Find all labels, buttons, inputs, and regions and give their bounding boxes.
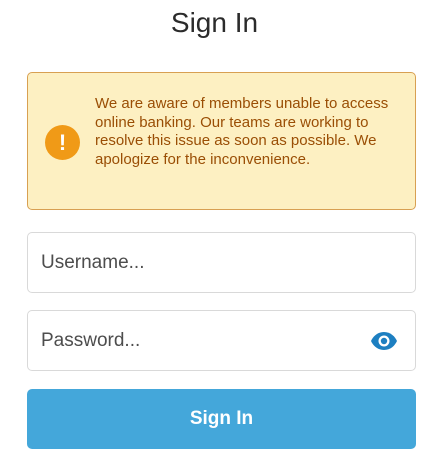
sign-in-button[interactable]: Sign In [27, 389, 416, 449]
password-field [27, 310, 416, 371]
alert-message: We are aware of members unable to access… [95, 95, 389, 168]
password-input[interactable] [41, 311, 361, 370]
exclamation-icon: ! [45, 125, 80, 160]
username-input[interactable] [41, 233, 361, 292]
outage-alert: ! We are aware of members unable to acce… [27, 72, 416, 210]
username-field [27, 232, 416, 293]
eye-icon[interactable] [370, 330, 398, 352]
page-title: Sign In [170, 7, 259, 38]
